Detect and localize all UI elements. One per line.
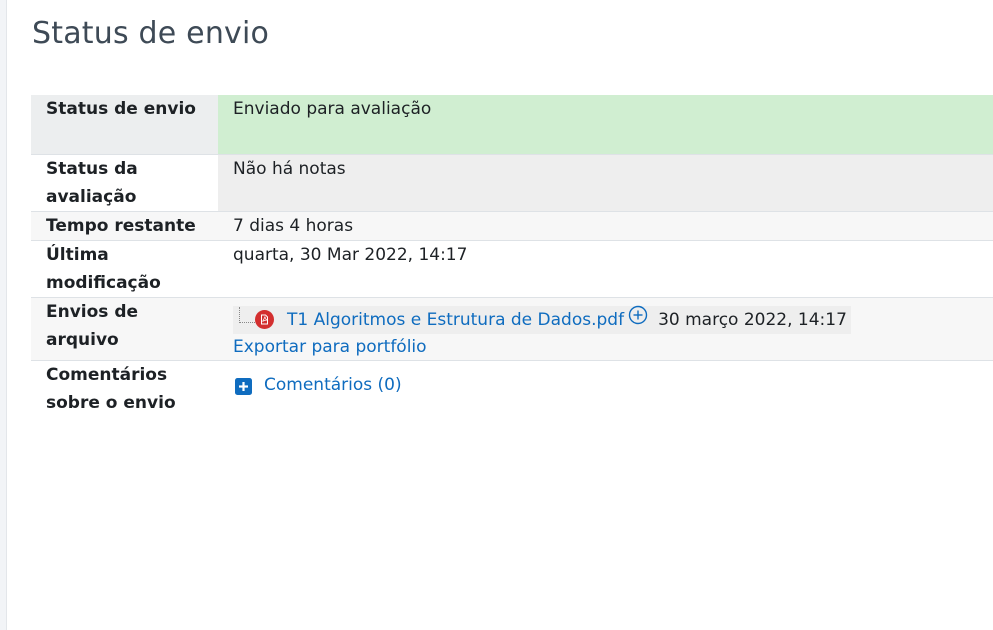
table-row-submission-status: Status de envio Enviado para avaliação <box>31 95 993 154</box>
grading-status-label: Status da avaliação <box>31 154 218 211</box>
plus-circle-icon[interactable] <box>628 305 648 334</box>
table-row-submission-comments: Comentários sobre o envio Comentários (0… <box>31 360 993 417</box>
file-tree-item: T1 Algoritmos e Estrutura de Dados.pdf 3… <box>233 305 851 334</box>
file-submissions-label: Envios de arquivo <box>31 297 218 360</box>
table-row-last-modified: Última modificação quarta, 30 Mar 2022, … <box>31 240 993 297</box>
last-modified-value: quarta, 30 Mar 2022, 14:17 <box>218 240 993 297</box>
submission-status-table: Status de envio Enviado para avaliação S… <box>31 95 993 417</box>
submission-status-value: Enviado para avaliação <box>218 95 993 154</box>
left-border <box>0 0 7 630</box>
tree-connector-icon <box>239 306 255 323</box>
grading-status-label-line2: avaliação <box>46 186 137 207</box>
submission-status-label: Status de envio <box>31 95 218 154</box>
file-link[interactable]: T1 Algoritmos e Estrutura de Dados.pdf <box>287 306 624 334</box>
grading-status-label-line1: Status da <box>46 158 138 179</box>
submission-comments-label-line2: sobre o envio <box>46 392 176 413</box>
comments-link-label: Comentários (0) <box>264 374 402 395</box>
last-modified-label-line1: Última <box>46 244 109 265</box>
file-date: 30 março 2022, 14:17 <box>658 309 847 330</box>
plus-square-icon <box>235 376 252 395</box>
submission-comments-value: Comentários (0) <box>218 360 993 417</box>
last-modified-label-line2: modificação <box>46 272 161 293</box>
export-portfolio-link[interactable]: Exportar para portfólio <box>233 334 993 360</box>
last-modified-label: Última modificação <box>31 240 218 297</box>
table-row-grading-status: Status da avaliação Não há notas <box>31 154 993 211</box>
file-submissions-label-line2: arquivo <box>46 329 119 350</box>
grading-status-value: Não há notas <box>218 154 993 211</box>
submission-comments-label-line1: Comentários <box>46 364 168 385</box>
page-title: Status de envio <box>32 16 270 51</box>
table-row-file-submissions: Envios de arquivo T1 Algoritmos e Estrut… <box>31 297 993 360</box>
table-row-time-remaining: Tempo restante 7 dias 4 horas <box>31 211 993 240</box>
time-remaining-value: 7 dias 4 horas <box>218 211 993 240</box>
file-submissions-value: T1 Algoritmos e Estrutura de Dados.pdf 3… <box>218 297 993 360</box>
comments-toggle-link[interactable]: Comentários (0) <box>233 371 402 399</box>
submission-comments-label: Comentários sobre o envio <box>31 360 218 417</box>
pdf-icon <box>255 310 274 329</box>
time-remaining-label: Tempo restante <box>31 211 218 240</box>
file-submissions-label-line1: Envios de <box>46 301 139 322</box>
